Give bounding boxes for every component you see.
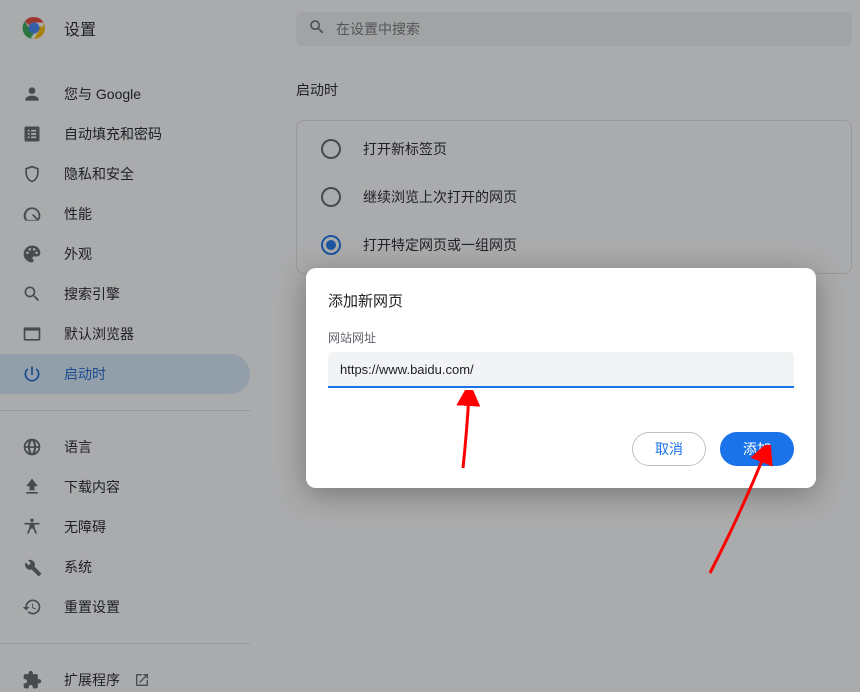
dialog-title: 添加新网页 [328,290,794,311]
cancel-button[interactable]: 取消 [632,432,706,466]
add-button[interactable]: 添加 [720,432,794,466]
dialog-actions: 取消 添加 [328,432,794,466]
add-page-dialog: 添加新网页 网站网址 取消 添加 [306,268,816,488]
url-input[interactable] [328,352,794,388]
url-field-label: 网站网址 [328,329,794,346]
